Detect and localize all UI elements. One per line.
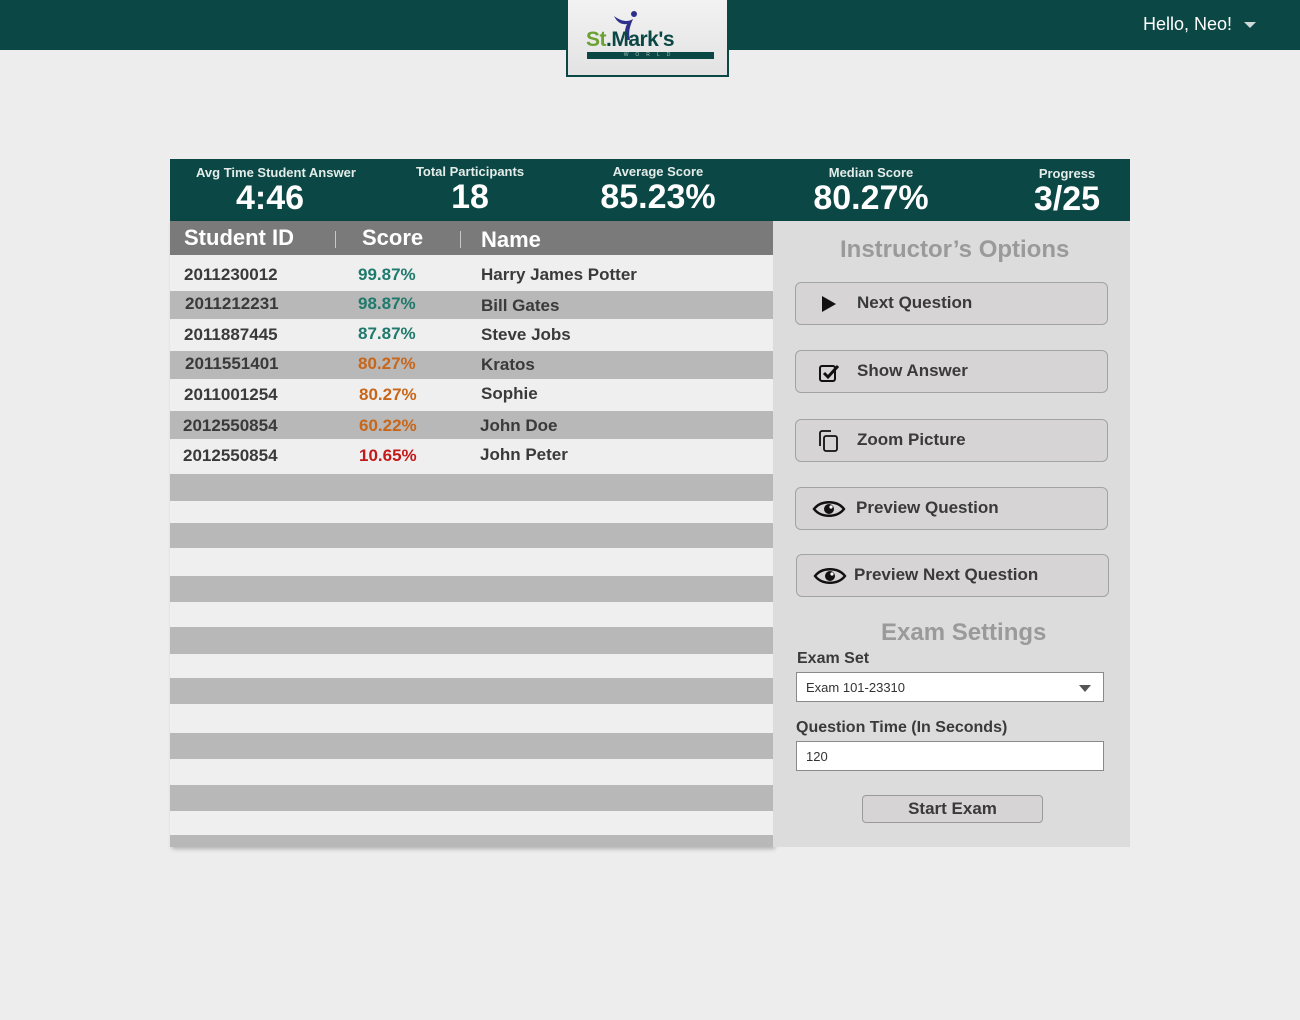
name-cell: Kratos bbox=[481, 355, 535, 374]
table-row[interactable]: 2012550854 10.65% John Peter bbox=[170, 441, 773, 469]
empty-row bbox=[170, 785, 773, 811]
table-row[interactable]: 2011230012 99.87% Harry James Potter bbox=[170, 261, 773, 289]
preview-question-button[interactable]: Preview Question bbox=[795, 487, 1108, 530]
logo-text: St.Mark's bbox=[586, 28, 675, 51]
stat-median-score: Median Score 80.27% bbox=[806, 159, 936, 216]
table-row[interactable]: 2011001254 80.27% Sophie bbox=[170, 379, 773, 411]
greeting-text: Hello, Neo! bbox=[1142, 14, 1232, 34]
instructor-options-title: Instructor’s Options bbox=[840, 236, 1070, 263]
stat-label: Total Participants bbox=[415, 164, 525, 179]
empty-row bbox=[170, 474, 773, 501]
instructor-options-panel: Instructor’s Options Next Question Show … bbox=[773, 221, 1130, 847]
stat-progress: Progress 3/25 bbox=[1022, 159, 1112, 217]
student-id-cell: 2011887445 bbox=[184, 325, 278, 344]
name-cell: John Doe bbox=[480, 416, 558, 435]
stat-value: 85.23% bbox=[600, 178, 716, 216]
name-cell: Harry James Potter bbox=[481, 265, 637, 284]
column-header-score[interactable]: Score bbox=[362, 225, 423, 251]
column-divider bbox=[460, 231, 461, 248]
name-cell: Steve Jobs bbox=[481, 325, 571, 344]
button-label: Next Question bbox=[857, 293, 973, 312]
name-cell: Sophie bbox=[481, 384, 538, 403]
stat-label: Median Score bbox=[828, 165, 914, 180]
score-cell: 80.27% bbox=[358, 354, 416, 373]
student-id-cell: 2011212231 bbox=[185, 294, 279, 313]
table-row[interactable]: 2011551401 80.27% Kratos bbox=[170, 351, 773, 379]
empty-row bbox=[170, 835, 773, 847]
button-label: Zoom Picture bbox=[857, 430, 966, 449]
play-icon bbox=[822, 296, 836, 312]
question-time-input[interactable]: 120 bbox=[796, 741, 1104, 771]
checkbox-icon bbox=[819, 364, 840, 382]
button-label: Preview Question bbox=[856, 498, 999, 517]
logo-subtitle: WORLD bbox=[587, 52, 714, 59]
table-row[interactable]: 2012550854 60.22% John Doe bbox=[170, 411, 773, 439]
chevron-down-icon bbox=[1079, 685, 1091, 692]
column-divider bbox=[335, 231, 336, 248]
score-cell: 80.27% bbox=[359, 385, 417, 404]
button-label: Preview Next Question bbox=[854, 565, 1039, 584]
student-id-cell: 2012550854 bbox=[183, 416, 278, 435]
empty-row bbox=[170, 576, 773, 602]
table-row[interactable]: 2011212231 98.87% Bill Gates bbox=[170, 291, 773, 319]
score-cell: 87.87% bbox=[358, 324, 416, 343]
exam-settings-title: Exam Settings bbox=[881, 619, 1047, 646]
user-menu[interactable]: Hello, Neo! bbox=[1143, 14, 1256, 35]
table-row[interactable]: 2011887445 87.87% Steve Jobs bbox=[170, 321, 773, 349]
stat-participants: Total Participants 18 bbox=[410, 159, 530, 215]
score-cell: 60.22% bbox=[359, 416, 417, 435]
question-time-value: 120 bbox=[806, 749, 828, 764]
stat-average-score: Average Score 85.23% bbox=[593, 159, 723, 215]
exam-set-label: Exam Set bbox=[797, 650, 870, 667]
student-id-cell: 2011230012 bbox=[184, 265, 278, 284]
show-answer-button[interactable]: Show Answer bbox=[795, 350, 1108, 393]
student-id-cell: 2012550854 bbox=[183, 446, 278, 465]
chevron-down-icon[interactable] bbox=[1244, 21, 1256, 28]
eye-icon bbox=[812, 501, 846, 517]
empty-row bbox=[170, 523, 773, 548]
table-header: Student ID Score Name bbox=[170, 221, 773, 255]
next-question-button[interactable]: Next Question bbox=[795, 282, 1108, 325]
exam-set-select[interactable]: Exam 101-23310 bbox=[796, 672, 1104, 702]
name-cell: John Peter bbox=[480, 445, 568, 464]
copy-icon bbox=[819, 430, 838, 452]
logo[interactable]: St.Mark's WORLD bbox=[566, 0, 729, 77]
column-header-name[interactable]: Name bbox=[481, 227, 541, 253]
zoom-picture-button[interactable]: Zoom Picture bbox=[795, 419, 1108, 462]
students-table: Student ID Score Name 2011230012 99.87% … bbox=[170, 221, 773, 847]
eye-icon bbox=[813, 568, 847, 584]
stat-label: Avg Time Student Answer bbox=[196, 165, 356, 180]
question-time-label: Question Time (In Seconds) bbox=[796, 719, 1008, 736]
student-id-cell: 2011001254 bbox=[184, 385, 278, 404]
column-header-student-id[interactable]: Student ID bbox=[184, 225, 294, 251]
stats-bar: Avg Time Student Answer 4:46 Total Parti… bbox=[170, 159, 1130, 221]
empty-row bbox=[170, 733, 773, 759]
exam-set-value: Exam 101-23310 bbox=[806, 680, 906, 695]
stat-value: 3/25 bbox=[1033, 180, 1101, 218]
stat-value: 18 bbox=[451, 178, 489, 216]
stat-value: 80.27% bbox=[813, 179, 929, 217]
name-cell: Bill Gates bbox=[481, 296, 560, 315]
preview-next-question-button[interactable]: Preview Next Question bbox=[796, 554, 1109, 597]
score-cell: 99.87% bbox=[358, 265, 416, 284]
stat-label: Average Score bbox=[612, 164, 704, 179]
empty-row bbox=[170, 678, 773, 704]
button-label: Show Answer bbox=[857, 361, 968, 380]
stat-value: 4:46 bbox=[235, 179, 305, 217]
stat-avg-time: Avg Time Student Answer 4:46 bbox=[196, 159, 356, 216]
empty-row bbox=[170, 627, 773, 654]
stat-label: Progress bbox=[1038, 166, 1096, 181]
score-cell: 98.87% bbox=[358, 294, 416, 313]
start-exam-button[interactable]: Start Exam bbox=[862, 795, 1043, 823]
student-id-cell: 2011551401 bbox=[185, 354, 279, 373]
score-cell: 10.65% bbox=[359, 446, 417, 465]
